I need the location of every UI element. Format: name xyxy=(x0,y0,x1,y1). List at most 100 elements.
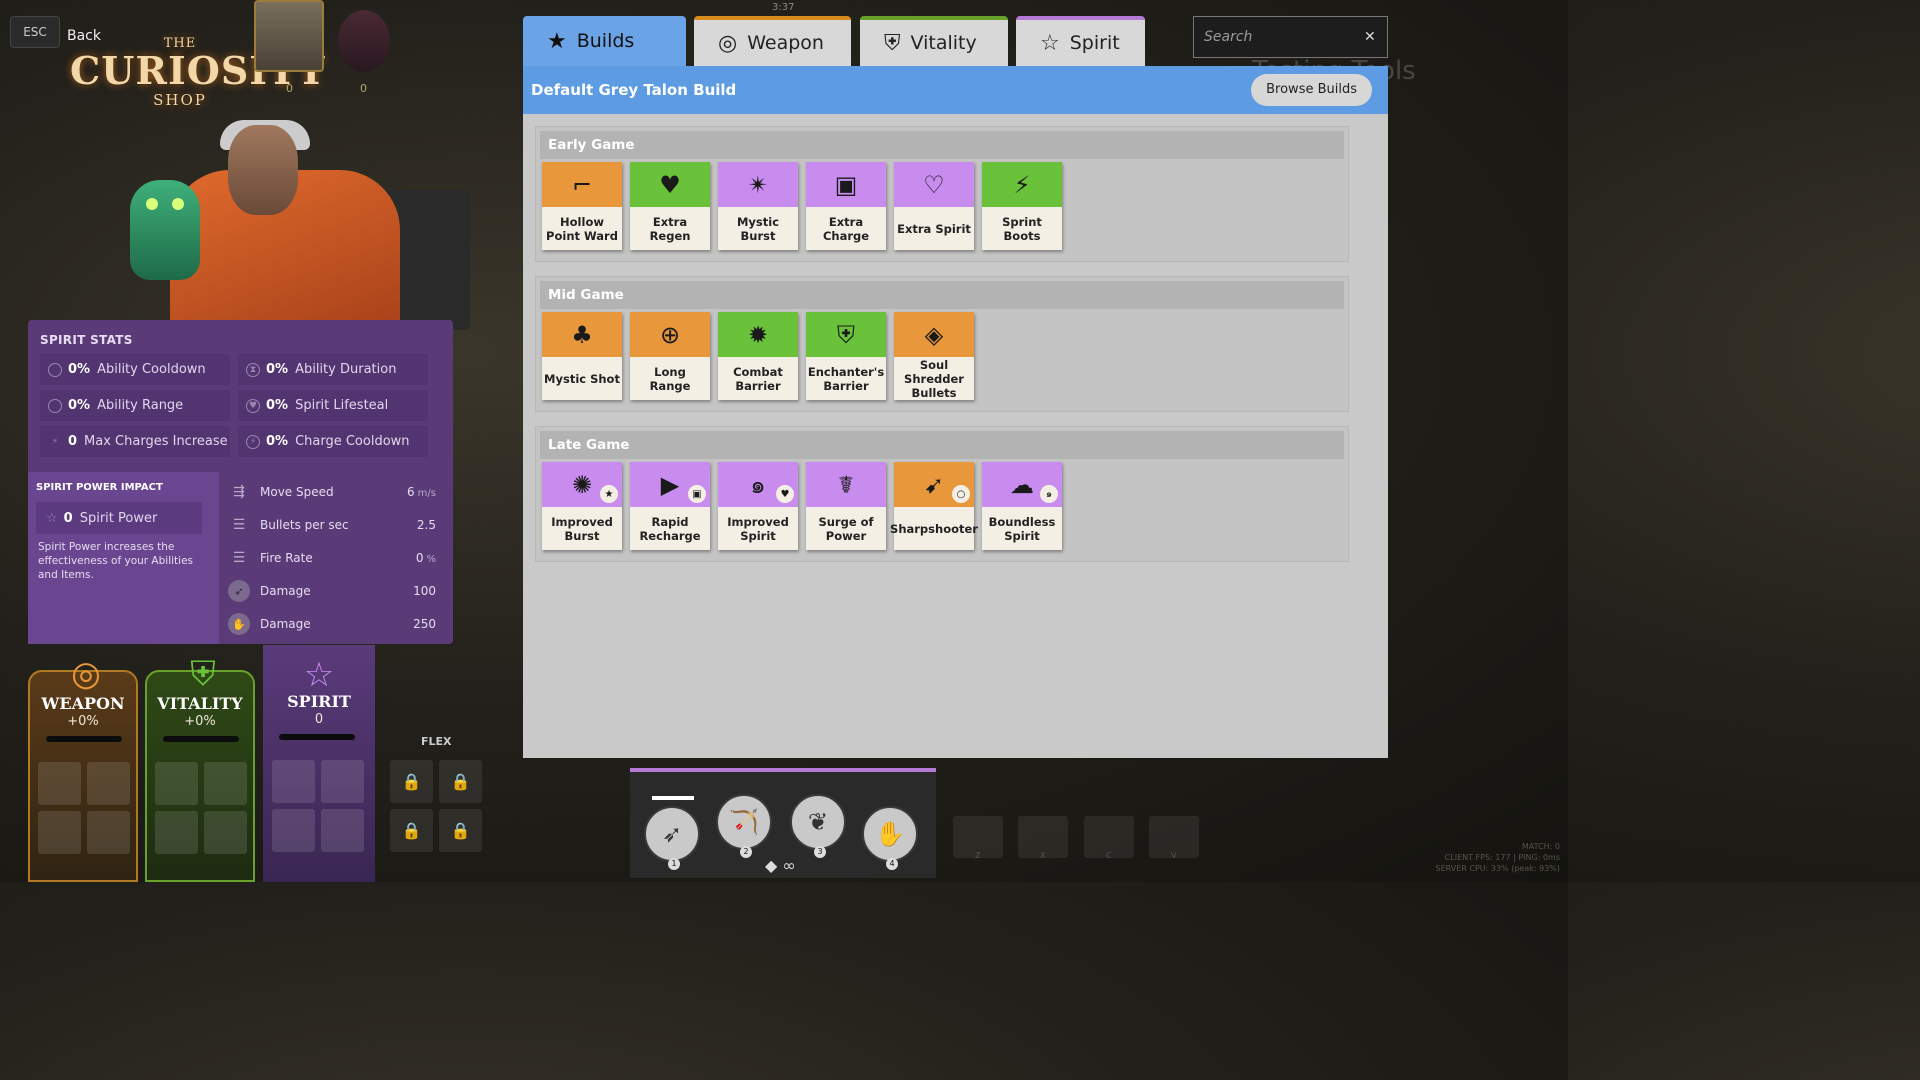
item-sprint-boots[interactable]: ⚡ Sprint Boots xyxy=(982,162,1062,250)
item-name: Mystic Shot xyxy=(542,357,622,400)
stat-value: 100 xyxy=(413,584,436,598)
section-title: Early Game xyxy=(540,131,1344,159)
stat-label: Charge Cooldown xyxy=(295,434,410,449)
search-box: ✕ xyxy=(1193,16,1388,58)
item-slot[interactable] xyxy=(204,762,247,805)
item-slot[interactable] xyxy=(272,809,315,852)
heart-icon: ♥ xyxy=(776,485,794,503)
item-enchanters-barrier[interactable]: ⛨ Enchanter's Barrier xyxy=(806,312,886,400)
search-input[interactable] xyxy=(1204,29,1354,45)
weapon-icon: ◎ xyxy=(718,30,738,56)
item-surge-of-power[interactable]: ☤ Surge of Power xyxy=(806,462,886,550)
item-name: Enchanter's Barrier xyxy=(806,357,886,400)
ability-slot-2[interactable]: 🏹 xyxy=(716,794,772,850)
crosshair-icon: ⊕ xyxy=(630,312,710,357)
item-slot[interactable] xyxy=(321,809,364,852)
section-early-game: Early Game ⌐ Hollow Point Ward ♥ Extra R… xyxy=(535,126,1349,262)
item-mystic-shot[interactable]: ♣ Mystic Shot xyxy=(542,312,622,400)
ability-key: 4 xyxy=(886,858,898,870)
item-improved-spirit[interactable]: ๑ ♥ Improved Spirit xyxy=(718,462,798,550)
item-slot[interactable] xyxy=(38,762,81,805)
item-name: Rapid Recharge xyxy=(630,507,710,550)
tab-weapon[interactable]: ◎ Weapon xyxy=(694,16,851,66)
bullets-icon: ☰ xyxy=(232,517,246,533)
item-extra-charge[interactable]: ▣ Extra Charge xyxy=(806,162,886,250)
weapon-category[interactable]: ◎ WEAPON +0% xyxy=(28,654,138,882)
vitality-category[interactable]: ⛨ VITALITY +0% xyxy=(145,654,255,882)
match-timer: 3:37 xyxy=(772,2,795,13)
ability-slot-4[interactable]: ✋ xyxy=(862,806,918,862)
lock-icon: 🔒 xyxy=(401,821,422,840)
tab-vitality[interactable]: ⛨ Vitality xyxy=(860,16,1008,66)
charges-icon: ⚡ xyxy=(51,436,59,447)
tab-builds[interactable]: ★ Builds xyxy=(523,16,686,66)
hotkey-slot[interactable]: V xyxy=(1149,816,1199,860)
item-name: Long Range xyxy=(630,357,710,400)
stat-number: 250 xyxy=(413,617,436,631)
item-slot[interactable] xyxy=(321,760,364,803)
close-icon[interactable]: ✕ xyxy=(1364,29,1376,45)
item-extra-spirit[interactable]: ♡ Extra Spirit xyxy=(894,162,974,250)
item-name: Combat Barrier xyxy=(718,357,798,400)
vitality-icon: ⛨ xyxy=(884,30,901,56)
swirl-icon: ๑ ♥ xyxy=(718,462,798,507)
item-slot[interactable] xyxy=(87,811,130,854)
item-sharpshooter[interactable]: ➹ ○ Sharpshooter xyxy=(890,462,978,550)
spirit-category[interactable]: ☆ SPIRIT 0 xyxy=(263,645,375,882)
locked-flex-slot: 🔒 xyxy=(390,760,433,803)
browse-builds-button[interactable]: Browse Builds xyxy=(1251,74,1372,106)
item-combat-barrier[interactable]: ✹ Combat Barrier xyxy=(718,312,798,400)
hotkey-slot[interactable]: X xyxy=(1018,816,1068,860)
weapon-icon: ◎ xyxy=(71,654,101,694)
owl-companion xyxy=(130,180,200,280)
hero-portrait[interactable] xyxy=(254,0,324,72)
item-hollow-point-ward[interactable]: ⌐ Hollow Point Ward xyxy=(542,162,622,250)
gear-burst-icon: ✺ ★ xyxy=(542,462,622,507)
hotkey-slot[interactable]: C xyxy=(1084,816,1134,860)
ability-key: 1 xyxy=(668,858,680,870)
item-slot[interactable] xyxy=(87,762,130,805)
item-extra-regen[interactable]: ♥ Extra Regen xyxy=(630,162,710,250)
stat-value: 0% xyxy=(68,362,91,377)
spirit-stats-title: SPIRIT STATS xyxy=(40,333,133,347)
hawk-icon: ❦ xyxy=(807,808,829,836)
stat-label: Bullets per sec xyxy=(260,518,349,532)
item-slot[interactable] xyxy=(155,762,198,805)
lifesteal-icon: ♥ xyxy=(246,398,260,413)
esc-button[interactable]: ESC xyxy=(10,16,60,48)
item-name: Extra Regen xyxy=(630,207,710,250)
enemy-portrait[interactable] xyxy=(338,10,390,72)
item-slot[interactable] xyxy=(38,811,81,854)
portrait-count: 0 xyxy=(286,82,293,95)
spirit-power-stat: ☆ 0 Spirit Power xyxy=(36,502,202,534)
stat-value: 0% xyxy=(68,398,91,413)
stat-label: Ability Range xyxy=(97,398,184,413)
hotkey-slot[interactable]: Z xyxy=(953,816,1003,860)
tab-spirit[interactable]: ☆ Spirit xyxy=(1016,16,1145,66)
stat-value: 0% xyxy=(416,551,436,565)
item-slot[interactable] xyxy=(204,811,247,854)
ability-slot-1[interactable]: ➶ xyxy=(644,806,700,862)
ability-charge-indicator xyxy=(652,796,694,800)
owl-eye xyxy=(146,198,158,210)
item-slot[interactable] xyxy=(155,811,198,854)
sharpshooter-icon: ➹ ○ xyxy=(894,462,974,507)
stat-value: 250 xyxy=(413,617,436,631)
item-slot[interactable] xyxy=(272,760,315,803)
item-long-range[interactable]: ⊕ Long Range xyxy=(630,312,710,400)
item-rapid-recharge[interactable]: ▶ ▣ Rapid Recharge xyxy=(630,462,710,550)
item-improved-burst[interactable]: ✺ ★ Improved Burst xyxy=(542,462,622,550)
stat-value: 0% xyxy=(266,398,289,413)
stat-value: 2.5 xyxy=(417,518,436,532)
tab-label: Builds xyxy=(576,30,635,52)
net-info-line: SERVER CPU: 33% (peak: 93%) xyxy=(1435,864,1560,873)
ability-slot-3[interactable]: ❦ xyxy=(790,794,846,850)
item-boundless-spirit[interactable]: ☁ ๑ Boundless Spirit xyxy=(982,462,1062,550)
owl-eye xyxy=(172,198,184,210)
item-soul-shredder-bullets[interactable]: ◈ Soul Shredder Bullets xyxy=(894,312,974,400)
category-label: WEAPON xyxy=(41,694,125,713)
stat-unit: % xyxy=(426,554,436,565)
item-mystic-burst[interactable]: ✴ Mystic Burst xyxy=(718,162,798,250)
net-info-line: MATCH: 0 xyxy=(1521,842,1560,851)
archer-icon: 🏹 xyxy=(729,808,759,836)
